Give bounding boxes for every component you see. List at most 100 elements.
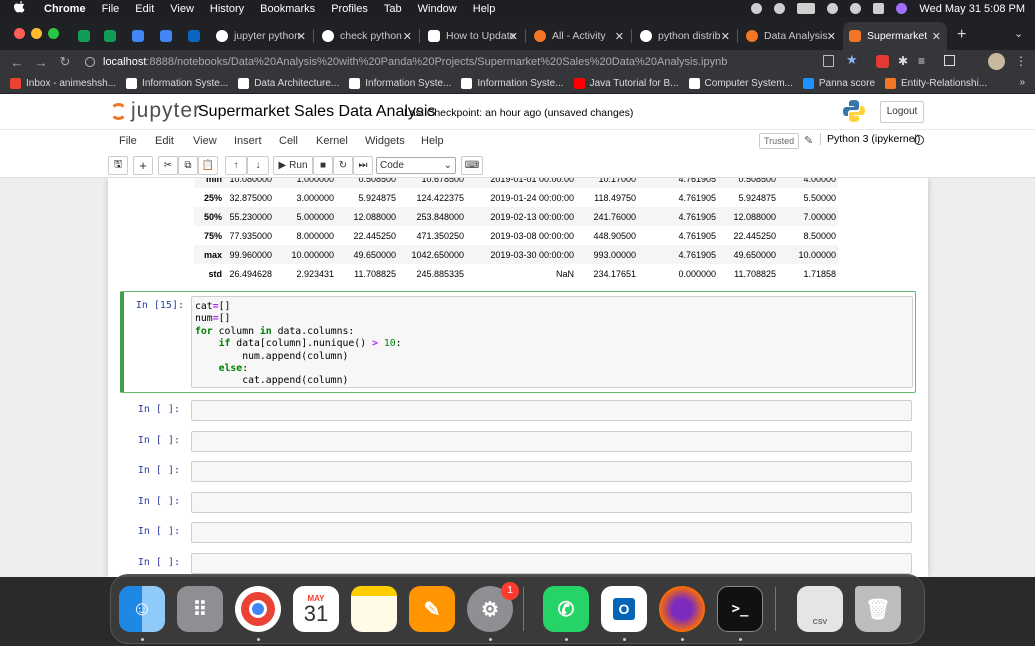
- edit-pencil-icon[interactable]: ✎: [804, 134, 813, 147]
- tab-close-icon[interactable]: ✕: [509, 30, 518, 43]
- bookmark-info-sys-2[interactable]: Information Syste...: [349, 78, 451, 89]
- move-down-button[interactable]: ↓: [247, 156, 269, 175]
- extensions-puzzle-icon[interactable]: ✱: [898, 54, 908, 68]
- bookmark-info-sys-1[interactable]: Information Syste...: [126, 78, 228, 89]
- tab-close-icon[interactable]: ✕: [827, 30, 836, 43]
- tab-search-chevron-icon[interactable]: ⌄: [1014, 27, 1023, 40]
- save-button[interactable]: 🖫: [108, 156, 128, 175]
- tab-pinned-docs-2[interactable]: [154, 22, 176, 50]
- control-center-icon[interactable]: [873, 3, 885, 14]
- code-input[interactable]: [191, 400, 912, 421]
- bookmark-computer-system[interactable]: Computer System...: [688, 78, 793, 89]
- jmenu-help[interactable]: Help: [421, 135, 444, 147]
- tab-supermarket[interactable]: Supermarket ✕: [843, 22, 947, 50]
- tab-python-distrib[interactable]: python distrib ✕: [634, 22, 736, 50]
- notebook-scroll-area[interactable]: min 10.080000 1.000000 0.508500 10.678500 201…: [0, 178, 1035, 577]
- empty-code-cell[interactable]: In [ ]:: [120, 460, 916, 484]
- move-up-button[interactable]: ↑: [225, 156, 247, 175]
- empty-code-cell[interactable]: In [ ]:: [120, 399, 916, 423]
- menu-profiles[interactable]: Profiles: [331, 3, 368, 15]
- restart-button[interactable]: ↻: [333, 156, 353, 175]
- calendar-icon[interactable]: MAY 31: [293, 586, 339, 632]
- reading-list-icon[interactable]: ≡: [918, 54, 925, 68]
- code-input[interactable]: cat=[] num=[] for column in data.columns: …: [191, 296, 913, 388]
- code-cell-selected[interactable]: In [15]: cat=[] num=[] for column in data.…: [120, 291, 916, 393]
- firefox-icon[interactable]: [659, 586, 705, 632]
- window-close-button[interactable]: [14, 28, 25, 39]
- chrome-menu-icon[interactable]: ⋮: [1015, 54, 1027, 68]
- tab-how-to-update[interactable]: How to Update ✕: [422, 22, 524, 50]
- notebook-title[interactable]: Supermarket Sales Data Analysis: [198, 103, 435, 121]
- menu-window[interactable]: Window: [418, 3, 457, 15]
- menu-bookmarks[interactable]: Bookmarks: [260, 3, 315, 15]
- jmenu-insert[interactable]: Insert: [234, 135, 262, 147]
- chrome-icon[interactable]: [235, 586, 281, 632]
- apple-menu-icon[interactable]: [14, 0, 28, 17]
- menu-history[interactable]: History: [210, 3, 244, 15]
- kernel-name[interactable]: Python 3 (ipykernel): [820, 133, 920, 145]
- profile-avatar[interactable]: [988, 53, 1005, 70]
- pages-icon[interactable]: ✎: [409, 586, 455, 632]
- bookmark-gmail[interactable]: Inbox - animeshsh...: [10, 78, 116, 89]
- code-input[interactable]: [191, 492, 912, 513]
- more-dots-icon[interactable]: [751, 3, 763, 14]
- tab-close-icon[interactable]: ✕: [615, 30, 624, 43]
- jupyter-logo[interactable]: jupyter: [110, 99, 201, 123]
- wifi-icon[interactable]: [827, 3, 839, 14]
- code-input[interactable]: [191, 553, 912, 574]
- url-field[interactable]: localhost:8888/notebooks/Data%20Analysis…: [85, 53, 835, 71]
- code-input[interactable]: [191, 461, 912, 482]
- cut-button[interactable]: ✂: [158, 156, 178, 175]
- tab-jupyter-python[interactable]: jupyter python ✕: [210, 22, 312, 50]
- forward-button[interactable]: →: [32, 55, 50, 70]
- empty-code-cell[interactable]: In [ ]:: [120, 521, 916, 545]
- command-palette-button[interactable]: ⌨: [461, 156, 483, 175]
- jmenu-widgets[interactable]: Widgets: [365, 135, 405, 147]
- menu-chrome[interactable]: Chrome: [44, 3, 86, 15]
- bookmarks-overflow-button[interactable]: »: [1019, 77, 1025, 88]
- code-editor[interactable]: cat=[] num=[] for column in data.columns: …: [192, 297, 912, 392]
- extension-adblock-icon[interactable]: [876, 55, 889, 68]
- interrupt-button[interactable]: ■: [313, 156, 333, 175]
- empty-code-cell[interactable]: In [ ]:: [120, 430, 916, 454]
- tab-check-python[interactable]: check python ✕: [316, 22, 418, 50]
- empty-code-cell[interactable]: In [ ]:: [120, 552, 916, 576]
- share-icon[interactable]: [823, 55, 834, 67]
- logout-button[interactable]: Logout: [880, 101, 924, 123]
- jmenu-view[interactable]: View: [193, 135, 217, 147]
- whatsapp-icon[interactable]: ✆: [543, 586, 589, 632]
- code-input[interactable]: [191, 522, 912, 543]
- jmenu-file[interactable]: File: [119, 135, 137, 147]
- outlook-icon[interactable]: O: [601, 586, 647, 632]
- tab-close-icon[interactable]: ✕: [932, 30, 941, 43]
- battery-icon[interactable]: [797, 3, 816, 14]
- csv-file-icon[interactable]: CSV: [797, 586, 843, 632]
- spotlight-search-icon[interactable]: [850, 3, 862, 14]
- notes-icon[interactable]: [351, 586, 397, 632]
- back-button[interactable]: ←: [8, 55, 26, 70]
- bookmark-entity-relationship[interactable]: Entity-Relationshi...: [885, 78, 987, 89]
- terminal-icon[interactable]: >_: [717, 586, 763, 632]
- tab-close-icon[interactable]: ✕: [721, 30, 730, 43]
- tab-pinned-sheets-2[interactable]: [98, 22, 120, 50]
- media-play-icon[interactable]: [774, 3, 786, 14]
- tab-close-icon[interactable]: ✕: [403, 30, 412, 43]
- restart-run-all-button[interactable]: ⏭: [353, 156, 373, 175]
- insert-cell-button[interactable]: +: [133, 156, 153, 175]
- window-minimize-button[interactable]: [31, 28, 42, 39]
- reload-button[interactable]: ↻: [56, 54, 74, 70]
- copy-button[interactable]: ⧉: [178, 156, 198, 175]
- empty-code-cell[interactable]: In [ ]:: [120, 491, 916, 515]
- jmenu-cell[interactable]: Cell: [279, 135, 298, 147]
- bookmark-data-architecture[interactable]: Data Architecture...: [238, 78, 339, 89]
- tab-pinned-linkedin[interactable]: [182, 22, 204, 50]
- bookmark-info-sys-3[interactable]: Information Syste...: [461, 78, 564, 89]
- tab-data-analysis[interactable]: Data Analysis ✕: [740, 22, 842, 50]
- run-button[interactable]: ▶ Run: [273, 156, 313, 175]
- menubar-clock[interactable]: Wed May 31 5:08 PM: [919, 3, 1025, 15]
- jmenu-edit[interactable]: Edit: [155, 135, 174, 147]
- tab-close-icon[interactable]: ✕: [297, 30, 306, 43]
- code-input[interactable]: [191, 431, 912, 452]
- new-tab-button[interactable]: +: [957, 26, 966, 44]
- finder-icon[interactable]: ☺: [119, 586, 165, 632]
